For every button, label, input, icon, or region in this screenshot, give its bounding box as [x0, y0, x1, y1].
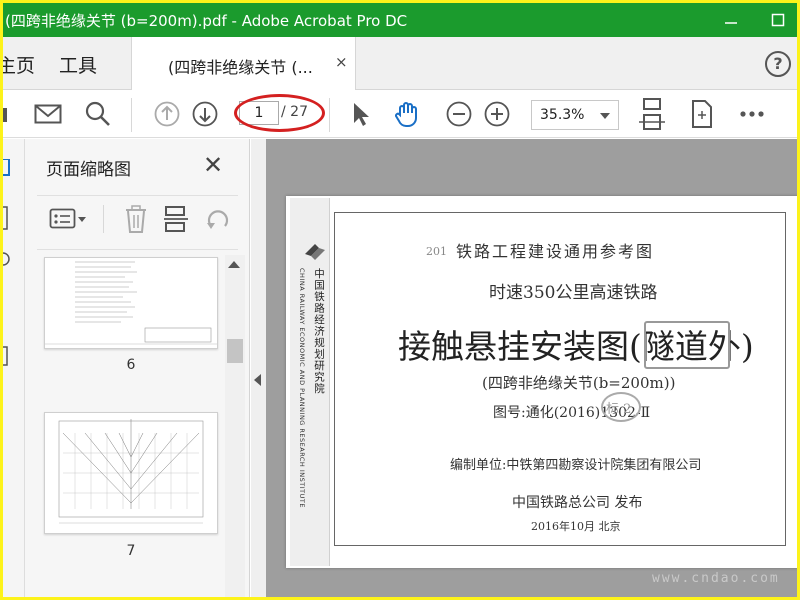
- select-tool-button[interactable]: [349, 100, 373, 128]
- toolbar-separator: [103, 205, 104, 233]
- fit-width-icon: [639, 98, 665, 130]
- window-title: (四跨非绝缘关节 (b=200m).pdf - Adobe Acrobat Pr…: [5, 11, 408, 30]
- zoom-out-button[interactable]: [445, 100, 473, 128]
- delete-page-button[interactable]: [121, 203, 151, 235]
- seal-text: 标 2: [606, 402, 632, 417]
- red-highlight-oval: [234, 94, 325, 132]
- railway-logo-icon: [305, 244, 325, 260]
- thumbnail-options-button[interactable]: [49, 203, 89, 235]
- trash-icon: [126, 205, 146, 233]
- pdf-page: 中国铁路经济规划研究院 CHINA RAILWAY ECONOMIC AND P…: [286, 196, 797, 568]
- spine-organization: 中国铁路经济规划研究院: [313, 268, 325, 395]
- series-prefix: 201: [426, 245, 447, 258]
- fit-page-button[interactable]: [637, 98, 667, 130]
- left-navigation-strip: [3, 139, 25, 597]
- mail-icon: [34, 104, 62, 124]
- maximize-button[interactable]: [755, 3, 797, 37]
- print-icon[interactable]: [3, 100, 13, 128]
- acrobat-window: (四跨非绝缘关节 (b=200m).pdf - Adobe Acrobat Pr…: [3, 3, 797, 597]
- tab-close-icon[interactable]: ×: [335, 53, 348, 71]
- divider: [37, 195, 238, 196]
- tab-tools[interactable]: 工具: [59, 51, 97, 78]
- collapse-pane-handle[interactable]: [251, 139, 266, 597]
- more-tools-button[interactable]: [737, 100, 767, 128]
- arrow-up-icon: [154, 101, 180, 127]
- page-thumbnails-pane: 页面缩略图 ✕ 6 7: [25, 139, 250, 597]
- maximize-icon: [771, 13, 785, 27]
- tab-bar: 主页 工具 (四跨非绝缘关节 (... × ?: [3, 37, 797, 90]
- pane-title: 页面缩略图: [46, 160, 131, 180]
- page-thumbnail[interactable]: [44, 257, 218, 349]
- tab-document[interactable]: (四跨非绝缘关节 (... ×: [131, 37, 356, 90]
- publish-date: 2016年10月 北京: [531, 520, 621, 533]
- scroll-up-arrow-icon[interactable]: [228, 261, 240, 268]
- page-transform-icon: [692, 100, 712, 128]
- subtitle: (四跨非绝缘关节(b=200m)): [482, 374, 676, 392]
- close-icon[interactable]: ✕: [203, 151, 223, 179]
- search-icon: [85, 101, 110, 126]
- watermark: www.cndao.com: [652, 571, 780, 586]
- ellipsis-icon: [740, 111, 764, 117]
- spine-organization-english: CHINA RAILWAY ECONOMIC AND PLANNING RESE…: [298, 268, 306, 508]
- hand-tool-button[interactable]: [393, 100, 423, 128]
- minimize-icon: [725, 22, 737, 24]
- zoom-level-value: 35.3%: [540, 107, 585, 123]
- extract-page-button[interactable]: [161, 203, 191, 235]
- thumbnail-label: 7: [126, 543, 136, 559]
- zoom-in-button[interactable]: [483, 100, 511, 128]
- minimize-button[interactable]: [708, 3, 754, 37]
- thumbnail-preview: [58, 419, 204, 524]
- arrow-down-icon: [192, 101, 218, 127]
- stamp: [644, 321, 730, 369]
- help-icon[interactable]: ?: [765, 51, 791, 77]
- compiler: 编制单位:中铁第四勘察设计院集团有限公司: [450, 458, 702, 473]
- extract-pages-icon: [164, 206, 188, 232]
- email-button[interactable]: [33, 100, 63, 128]
- cursor-arrow-icon: [354, 103, 369, 126]
- scrollbar-track[interactable]: [225, 255, 245, 597]
- zoom-level-dropdown[interactable]: 35.3%: [531, 100, 619, 130]
- previous-page-button[interactable]: [153, 100, 181, 128]
- title-bar: (四跨非绝缘关节 (b=200m).pdf - Adobe Acrobat Pr…: [3, 3, 797, 37]
- toolbar: 1 / 27 35.3%: [3, 90, 797, 138]
- tab-document-label: (四跨非绝缘关节 (...: [168, 58, 313, 77]
- thumbnail-label: 6: [126, 357, 136, 373]
- page-thumbnails-icon[interactable]: [3, 159, 19, 389]
- publisher: 中国铁路总公司 发布: [512, 495, 643, 511]
- thumbnail-preview: [45, 261, 217, 345]
- next-page-button[interactable]: [191, 100, 219, 128]
- chevron-left-icon: [254, 374, 261, 386]
- page-thumbnail[interactable]: [44, 412, 218, 534]
- zoom-out-icon: [446, 101, 472, 127]
- series-title: 铁路工程建设通用参考图: [456, 242, 655, 261]
- page-spine: 中国铁路经济规划研究院 CHINA RAILWAY ECONOMIC AND P…: [290, 198, 330, 566]
- scrollbar-thumb[interactable]: [227, 339, 243, 363]
- chevron-down-icon: [600, 113, 610, 119]
- tab-home[interactable]: 主页: [3, 51, 35, 78]
- rotate-icon: [207, 210, 229, 229]
- document-view[interactable]: 中国铁路经济规划研究院 CHINA RAILWAY ECONOMIC AND P…: [266, 139, 797, 597]
- search-button[interactable]: [83, 100, 113, 128]
- line-title: 时速350公里高速铁路: [489, 283, 658, 303]
- toolbar-separator: [131, 98, 132, 132]
- zoom-in-icon: [484, 101, 510, 127]
- divider: [37, 249, 238, 250]
- hand-icon: [395, 102, 417, 127]
- toolbar-separator: [329, 98, 330, 132]
- options-menu-icon: [49, 208, 86, 229]
- rotate-button[interactable]: [203, 203, 233, 235]
- rotate-page-button[interactable]: [687, 100, 717, 128]
